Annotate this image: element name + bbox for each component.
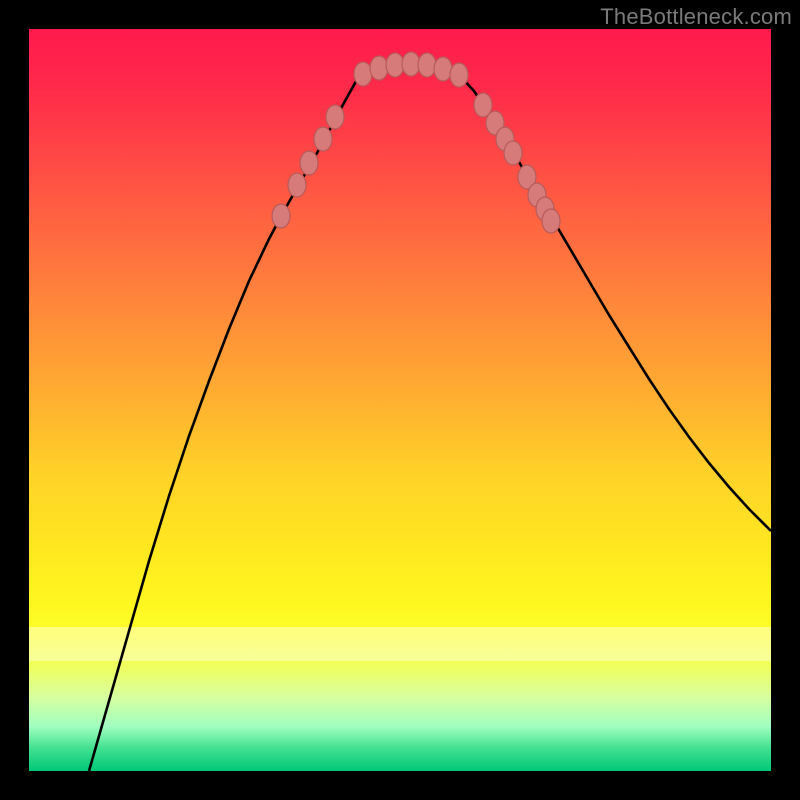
- plot-area: [29, 29, 771, 771]
- chart-frame: TheBottleneck.com: [0, 0, 800, 800]
- data-marker: [354, 62, 372, 86]
- data-marker: [542, 209, 560, 233]
- data-marker: [326, 105, 344, 129]
- data-marker: [272, 204, 290, 228]
- data-marker: [300, 151, 318, 175]
- curve-layer: [29, 29, 771, 771]
- curve-left: [89, 76, 359, 771]
- marker-group: [272, 52, 560, 233]
- data-marker: [314, 127, 332, 151]
- data-marker: [418, 53, 436, 77]
- data-marker: [386, 53, 404, 77]
- data-marker: [504, 141, 522, 165]
- watermark-label: TheBottleneck.com: [600, 4, 792, 30]
- data-marker: [370, 56, 388, 80]
- data-marker: [288, 173, 306, 197]
- data-marker: [402, 52, 420, 76]
- data-marker: [450, 63, 468, 87]
- data-marker: [434, 57, 452, 81]
